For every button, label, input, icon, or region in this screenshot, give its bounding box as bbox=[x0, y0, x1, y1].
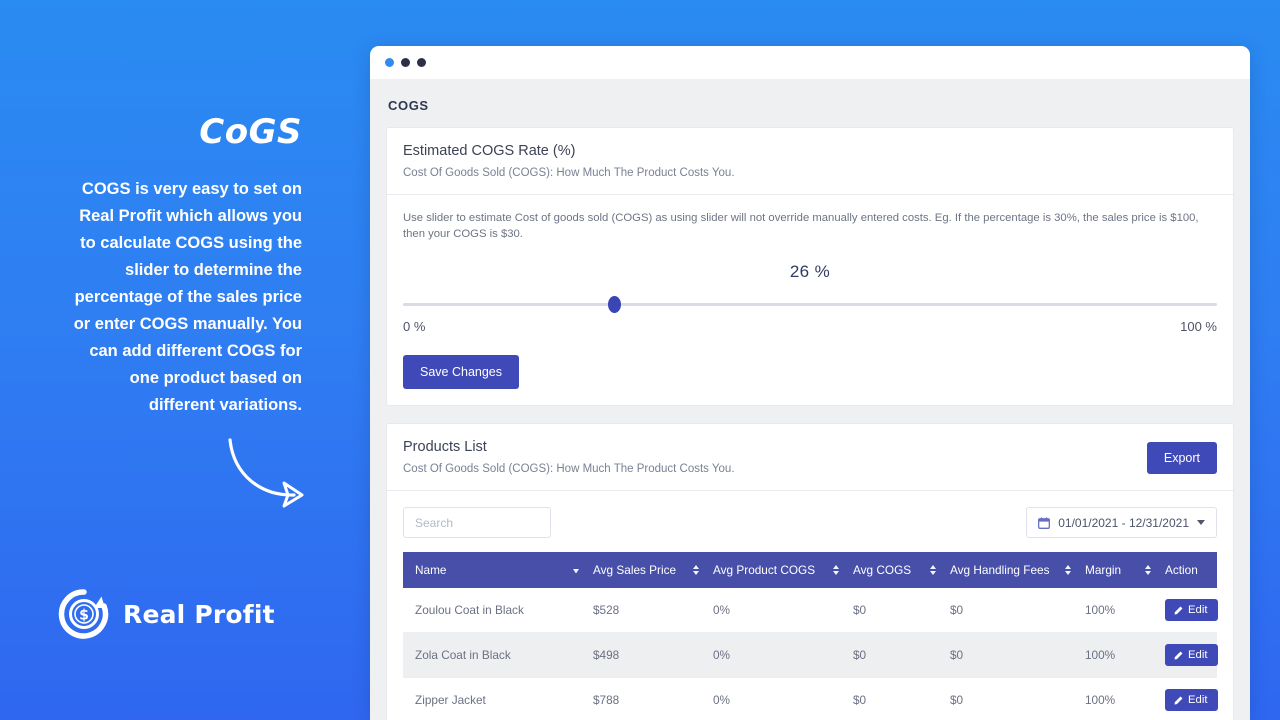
cell-avg-sales-price: $788 bbox=[593, 678, 713, 720]
column-label-margin: Margin bbox=[1085, 563, 1121, 577]
real-profit-coin-icon: $ bbox=[58, 588, 110, 640]
cell-avg-product-cogs: 0% bbox=[713, 678, 853, 720]
brand-name: Real Profit bbox=[123, 600, 275, 629]
column-label-avg-product-cogs: Avg Product COGS bbox=[713, 563, 815, 577]
products-table: Name Avg Sales Price bbox=[403, 552, 1217, 720]
slider-max-label: 100 % bbox=[1180, 319, 1217, 334]
cogs-card-body: Use slider to estimate Cost of goods sol… bbox=[387, 195, 1233, 405]
cell-avg-handling-fees: $0 bbox=[950, 678, 1085, 720]
products-table-body: Zoulou Coat in Black$5280%$0$0100%EditZo… bbox=[403, 588, 1217, 720]
date-range-label: 01/01/2021 - 12/31/2021 bbox=[1058, 516, 1189, 530]
column-label-name: Name bbox=[415, 563, 446, 577]
cell-margin: 100% bbox=[1085, 678, 1165, 720]
calendar-icon bbox=[1038, 517, 1050, 529]
cell-avg-cogs: $0 bbox=[853, 633, 950, 678]
slider-range-labels: 0 % 100 % bbox=[403, 319, 1217, 334]
window-titlebar bbox=[370, 46, 1250, 79]
pencil-icon bbox=[1174, 696, 1183, 705]
date-range-picker[interactable]: 01/01/2021 - 12/31/2021 bbox=[1026, 507, 1217, 538]
export-button[interactable]: Export bbox=[1147, 442, 1217, 474]
slider-track[interactable] bbox=[403, 303, 1217, 306]
promo-paragraph: COGS is very easy to set on Real Profit … bbox=[64, 176, 302, 419]
table-header-row: Name Avg Sales Price bbox=[403, 552, 1217, 588]
table-row: Zoulou Coat in Black$5280%$0$0100%Edit bbox=[403, 588, 1217, 633]
cell-avg-product-cogs: 0% bbox=[713, 588, 853, 633]
products-list-card: Products List Cost Of Goods Sold (COGS):… bbox=[386, 423, 1234, 720]
sort-desc-icon bbox=[572, 564, 580, 576]
products-table-wrapper: Name Avg Sales Price bbox=[387, 552, 1233, 720]
edit-button-label: Edit bbox=[1188, 694, 1207, 706]
cell-avg-sales-price: $498 bbox=[593, 633, 713, 678]
column-header-avg-handling-fees[interactable]: Avg Handling Fees bbox=[950, 552, 1085, 588]
cell-name: Zola Coat in Black bbox=[403, 633, 593, 678]
edit-button[interactable]: Edit bbox=[1165, 599, 1218, 621]
column-header-margin[interactable]: Margin bbox=[1085, 552, 1165, 588]
slider-hint-text: Use slider to estimate Cost of goods sol… bbox=[403, 210, 1203, 242]
cell-avg-cogs: $0 bbox=[853, 678, 950, 720]
cell-action: Edit bbox=[1165, 633, 1217, 678]
slider-value-label: 26 % bbox=[403, 262, 1217, 282]
cell-margin: 100% bbox=[1085, 633, 1165, 678]
products-card-title: Products List bbox=[403, 438, 735, 457]
estimated-cogs-rate-card: Estimated COGS Rate (%) Cost Of Goods So… bbox=[386, 127, 1234, 406]
pencil-icon bbox=[1174, 606, 1183, 615]
promo-panel: CoGS COGS is very easy to set on Real Pr… bbox=[0, 0, 370, 720]
cogs-card-subtitle: Cost Of Goods Sold (COGS): How Much The … bbox=[403, 166, 1217, 181]
cell-avg-handling-fees: $0 bbox=[950, 588, 1085, 633]
cogs-card-title: Estimated COGS Rate (%) bbox=[403, 142, 1217, 161]
column-header-avg-cogs[interactable]: Avg COGS bbox=[853, 552, 950, 588]
window-dot-2[interactable] bbox=[401, 58, 410, 67]
browser-window: COGS Estimated COGS Rate (%) Cost Of Goo… bbox=[370, 46, 1250, 720]
column-label-avg-handling-fees: Avg Handling Fees bbox=[950, 563, 1049, 577]
sort-icon bbox=[1064, 564, 1072, 576]
cell-action: Edit bbox=[1165, 588, 1217, 633]
cell-avg-cogs: $0 bbox=[853, 588, 950, 633]
cell-avg-handling-fees: $0 bbox=[950, 633, 1085, 678]
slider-min-label: 0 % bbox=[403, 319, 425, 334]
column-label-avg-cogs: Avg COGS bbox=[853, 563, 911, 577]
page-title: COGS bbox=[386, 79, 1234, 127]
column-header-action: Action bbox=[1165, 552, 1217, 588]
sort-icon bbox=[832, 564, 840, 576]
cell-action: Edit bbox=[1165, 678, 1217, 720]
curved-arrow-icon bbox=[222, 438, 322, 508]
brand-logo: $ Real Profit bbox=[58, 588, 275, 640]
edit-button-label: Edit bbox=[1188, 604, 1207, 616]
sort-icon bbox=[692, 564, 700, 576]
cell-avg-sales-price: $528 bbox=[593, 588, 713, 633]
pencil-icon bbox=[1174, 651, 1183, 660]
edit-button-label: Edit bbox=[1188, 649, 1207, 661]
cogs-card-header: Estimated COGS Rate (%) Cost Of Goods So… bbox=[387, 128, 1233, 195]
products-card-header: Products List Cost Of Goods Sold (COGS):… bbox=[387, 424, 1233, 491]
promo-heading: CoGS bbox=[199, 112, 302, 152]
cell-margin: 100% bbox=[1085, 588, 1165, 633]
column-header-avg-product-cogs[interactable]: Avg Product COGS bbox=[713, 552, 853, 588]
sort-icon bbox=[929, 564, 937, 576]
window-dot-3[interactable] bbox=[417, 58, 426, 67]
save-changes-button[interactable]: Save Changes bbox=[403, 355, 519, 389]
column-label-avg-sales-price: Avg Sales Price bbox=[593, 563, 676, 577]
cell-name: Zipper Jacket bbox=[403, 678, 593, 720]
slider-thumb[interactable] bbox=[608, 296, 621, 313]
cell-name: Zoulou Coat in Black bbox=[403, 588, 593, 633]
column-label-action: Action bbox=[1165, 563, 1198, 577]
search-input[interactable] bbox=[403, 507, 551, 538]
column-header-name[interactable]: Name bbox=[403, 552, 593, 588]
table-row: Zola Coat in Black$4980%$0$0100%Edit bbox=[403, 633, 1217, 678]
cogs-slider[interactable] bbox=[403, 292, 1217, 316]
app-viewport: COGS Estimated COGS Rate (%) Cost Of Goo… bbox=[370, 79, 1250, 720]
edit-button[interactable]: Edit bbox=[1165, 689, 1218, 711]
products-table-head: Name Avg Sales Price bbox=[403, 552, 1217, 588]
chevron-down-icon bbox=[1197, 520, 1205, 525]
products-card-subtitle: Cost Of Goods Sold (COGS): How Much The … bbox=[403, 462, 735, 477]
sort-icon bbox=[1144, 564, 1152, 576]
cell-avg-product-cogs: 0% bbox=[713, 633, 853, 678]
svg-text:$: $ bbox=[79, 608, 89, 624]
column-header-avg-sales-price[interactable]: Avg Sales Price bbox=[593, 552, 713, 588]
products-filter-bar: 01/01/2021 - 12/31/2021 bbox=[387, 491, 1233, 552]
window-dot-1[interactable] bbox=[385, 58, 394, 67]
edit-button[interactable]: Edit bbox=[1165, 644, 1218, 666]
table-row: Zipper Jacket$7880%$0$0100%Edit bbox=[403, 678, 1217, 720]
